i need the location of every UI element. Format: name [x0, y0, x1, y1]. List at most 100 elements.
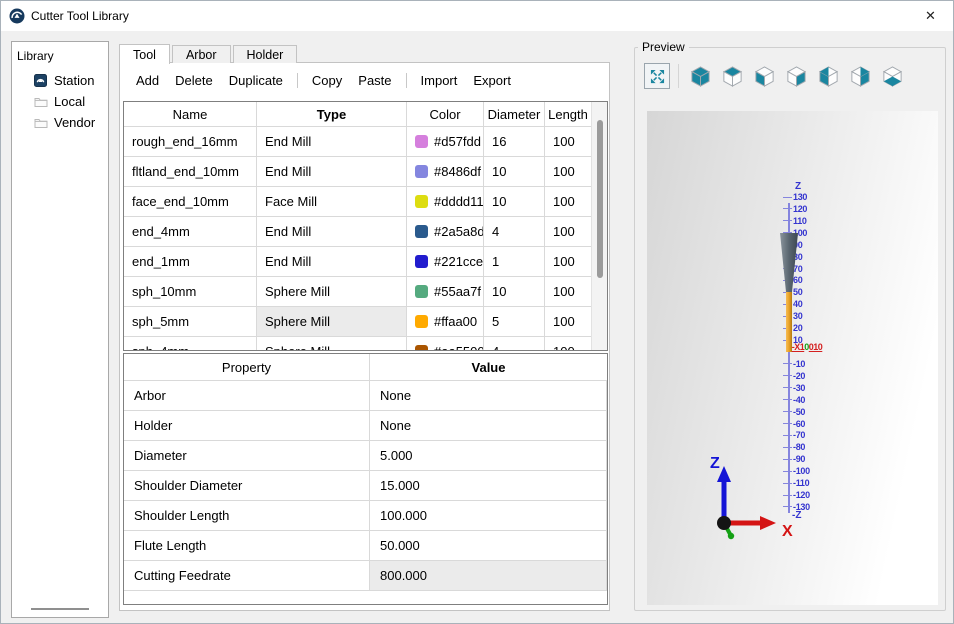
cell-color: #d57fdd: [407, 127, 484, 156]
tab-arbor[interactable]: Arbor: [172, 45, 231, 63]
tick-label: 80: [793, 252, 802, 262]
sidebar-item-local[interactable]: Local: [12, 91, 108, 112]
table-row[interactable]: sph_5mmSphere Mill#ffaa005100: [124, 307, 607, 337]
triad-origin: [717, 516, 731, 530]
tick-mark: [783, 280, 792, 281]
property-name: Cutting Feedrate: [124, 561, 370, 590]
library-panel-label: Library: [17, 49, 54, 63]
tab-bar: ToolArborHolder: [119, 43, 299, 63]
property-row[interactable]: Cutting Feedrate800.000: [124, 561, 607, 591]
duplicate-button[interactable]: Duplicate: [223, 70, 289, 91]
property-row[interactable]: ArborNone: [124, 381, 607, 411]
tick-mark: [783, 506, 792, 507]
library-panel: Library Station Local Vendor: [11, 41, 109, 618]
fit-view-button[interactable]: [644, 63, 670, 89]
property-value: 15.000: [370, 471, 607, 500]
cell-diameter: 5: [484, 307, 545, 336]
left-iso-view-button[interactable]: [815, 63, 841, 89]
column-header-type: Type: [257, 102, 407, 126]
cell-name: fltland_end_10mm: [124, 157, 257, 186]
bottom-view-button[interactable]: [879, 63, 905, 89]
property-row[interactable]: HolderNone: [124, 411, 607, 441]
view-toolbar: [644, 63, 905, 89]
front-view-button[interactable]: [751, 63, 777, 89]
tick-mark: [783, 399, 792, 400]
scrollbar-thumb[interactable]: [597, 120, 603, 278]
property-table-header: PropertyValue: [124, 354, 607, 381]
close-icon[interactable]: ✕: [908, 1, 953, 30]
cell-length: 100: [545, 127, 591, 156]
tick-label: -70: [793, 430, 805, 440]
property-name: Shoulder Diameter: [124, 471, 370, 500]
tab-tool[interactable]: Tool: [119, 44, 170, 64]
cell-color: #2a5a8d: [407, 217, 484, 246]
cell-type: Sphere Mill: [257, 277, 407, 306]
property-row[interactable]: Shoulder Length100.000: [124, 501, 607, 531]
z-tick: 80: [783, 251, 802, 263]
isometric-view-button[interactable]: [687, 63, 713, 89]
z-tick: -10: [783, 358, 805, 370]
color-hex: #ffaa00: [434, 314, 477, 329]
cell-color: #8486df: [407, 157, 484, 186]
property-row[interactable]: Diameter5.000: [124, 441, 607, 471]
cell-name: face_end_10mm: [124, 187, 257, 216]
x-ruler-neg: -X1: [792, 342, 805, 352]
triad-x-label: X: [782, 523, 793, 540]
export-button[interactable]: Export: [467, 70, 517, 91]
cell-name: end_4mm: [124, 217, 257, 246]
z-tick: 30: [783, 310, 802, 322]
sidebar-item-vendor[interactable]: Vendor: [12, 112, 108, 133]
copy-button[interactable]: Copy: [306, 70, 348, 91]
delete-button[interactable]: Delete: [169, 70, 219, 91]
table-row[interactable]: fltland_end_10mmEnd Mill#8486df10100: [124, 157, 607, 187]
z-tick: -80: [783, 441, 805, 453]
color-hex: #aa5500: [434, 344, 484, 351]
tab-holder[interactable]: Holder: [233, 45, 298, 63]
tick-mark: [783, 459, 792, 460]
tick-label: -40: [793, 395, 805, 405]
column-header-color: Color: [407, 102, 484, 126]
preview-viewport[interactable]: 130120110100908070605040302010-10-20-30-…: [647, 111, 938, 605]
y-axis-arrow: [724, 523, 730, 534]
property-row[interactable]: Flute Length50.000: [124, 531, 607, 561]
tick-label: 50: [793, 287, 802, 297]
color-swatch: [415, 135, 428, 148]
table-row[interactable]: sph_10mmSphere Mill#55aa7f10100: [124, 277, 607, 307]
table-row[interactable]: end_4mmEnd Mill#2a5a8d4100: [124, 217, 607, 247]
app-logo-icon: [9, 8, 25, 24]
tick-label: -90: [793, 454, 805, 464]
table-row[interactable]: sph_4mmSphere Mill#aa55004100: [124, 337, 607, 351]
cell-name: sph_4mm: [124, 337, 257, 351]
color-swatch: [415, 195, 428, 208]
table-row[interactable]: face_end_10mmFace Mill#dddd1110100: [124, 187, 607, 217]
paste-button[interactable]: Paste: [352, 70, 397, 91]
top-view-button[interactable]: [719, 63, 745, 89]
tick-mark: [783, 447, 792, 448]
back-iso-view-button[interactable]: [847, 63, 873, 89]
sidebar-item-station[interactable]: Station: [12, 70, 108, 91]
color-hex: #55aa7f: [434, 284, 481, 299]
z-tick: 50: [783, 286, 802, 298]
z-tick: 70: [783, 263, 802, 275]
z-tick: 100: [783, 227, 807, 239]
cell-color: #ffaa00: [407, 307, 484, 336]
cell-type: End Mill: [257, 217, 407, 246]
table-row[interactable]: end_1mmEnd Mill#221cce1100: [124, 247, 607, 277]
cell-diameter: 10: [484, 187, 545, 216]
right-view-button[interactable]: [783, 63, 809, 89]
tool-table-body: rough_end_16mmEnd Mill#d57fdd16100fltlan…: [124, 127, 607, 351]
property-row[interactable]: Shoulder Diameter15.000: [124, 471, 607, 501]
cell-diameter: 4: [484, 217, 545, 246]
tool-table-header: NameTypeColorDiameterLength: [124, 102, 607, 127]
panel-resize-handle[interactable]: [31, 608, 89, 610]
x-axis-arrowhead: [760, 516, 776, 530]
tick-mark: [783, 375, 792, 376]
tick-mark: [783, 197, 792, 198]
vertical-scrollbar[interactable]: [591, 102, 607, 350]
z-tick: 20: [783, 322, 802, 334]
add-button[interactable]: Add: [130, 70, 165, 91]
top-view-icon: [721, 65, 744, 88]
table-row[interactable]: rough_end_16mmEnd Mill#d57fdd16100: [124, 127, 607, 157]
import-button[interactable]: Import: [415, 70, 464, 91]
cell-length: 100: [545, 337, 591, 351]
